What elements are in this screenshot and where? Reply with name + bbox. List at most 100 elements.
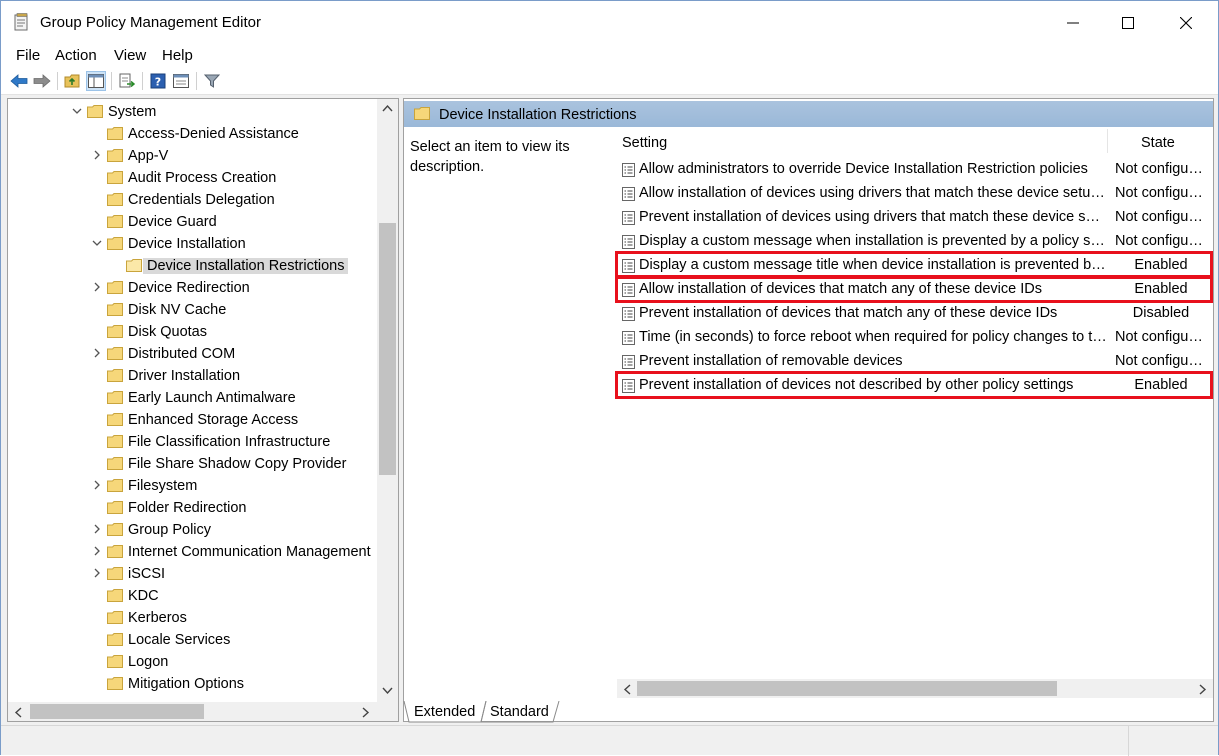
tree-item[interactable]: Locale Services: [8, 629, 378, 651]
setting-state: Not configured: [1115, 161, 1207, 177]
chevron-right-icon[interactable]: [92, 546, 102, 556]
tree-item[interactable]: File Share Shadow Copy Provider: [8, 453, 378, 475]
setting-row[interactable]: Allow administrators to override Device …: [620, 157, 1212, 181]
tree-item-label: Locale Services: [128, 632, 231, 648]
folder-icon: [107, 281, 123, 294]
tree-item[interactable]: File Classification Infrastructure: [8, 431, 378, 453]
tree-vertical-scroll-thumb[interactable]: [379, 223, 396, 475]
tree-item-label: Access-Denied Assistance: [128, 126, 299, 142]
setting-state: Disabled: [1132, 305, 1190, 321]
folder-icon: [107, 501, 123, 514]
tree-item-label: File Classification Infrastructure: [128, 434, 331, 450]
policy-setting-icon: [622, 235, 635, 249]
folder-icon: [107, 237, 123, 250]
setting-row[interactable]: Prevent installation of removable device…: [620, 349, 1212, 373]
column-header-state[interactable]: State: [1141, 135, 1175, 151]
tree-item[interactable]: Device Installation: [8, 233, 378, 255]
tree-item[interactable]: Early Launch Antimalware: [8, 387, 378, 409]
setting-row[interactable]: Prevent installation of devices that mat…: [620, 301, 1212, 325]
tree-item[interactable]: Folder Redirection: [8, 497, 378, 519]
close-button[interactable]: [1157, 1, 1215, 45]
toolbar-separator: [142, 72, 143, 90]
chevron-right-icon[interactable]: [92, 282, 102, 292]
column-header-setting[interactable]: Setting: [622, 135, 667, 151]
tab-standard[interactable]: Standard: [484, 701, 555, 723]
chevron-down-icon[interactable]: [92, 238, 102, 248]
back-button[interactable]: [9, 71, 29, 91]
setting-state: Not configured: [1115, 185, 1207, 201]
maximize-button[interactable]: [1099, 1, 1157, 45]
details-horizontal-scrollbar[interactable]: [617, 679, 1213, 698]
tab-extended[interactable]: Extended: [408, 701, 481, 723]
tree-item[interactable]: Kerberos: [8, 607, 378, 629]
tree-item-label: Credentials Delegation: [128, 192, 275, 208]
menu-file[interactable]: File: [16, 47, 40, 64]
tree-item-label: Device Guard: [128, 214, 217, 230]
folder-icon: [107, 347, 123, 360]
svg-text:?: ?: [155, 76, 161, 89]
chevron-right-icon[interactable]: [92, 150, 102, 160]
column-divider[interactable]: [1107, 129, 1108, 153]
maximize-icon: [1122, 17, 1134, 29]
tree-item-label: Device Redirection: [128, 280, 250, 296]
chevron-right-icon[interactable]: [92, 568, 102, 578]
chevron-right-icon[interactable]: [92, 348, 102, 358]
tree-item-label: Distributed COM: [128, 346, 236, 362]
tree-item[interactable]: Disk Quotas: [8, 321, 378, 343]
scroll-right-icon: [362, 707, 370, 718]
setting-name: Allow administrators to override Device …: [639, 161, 1088, 177]
setting-state: Not configured: [1115, 233, 1207, 249]
tree-item[interactable]: Device Installation Restrictions: [8, 255, 378, 277]
properties-button[interactable]: [171, 71, 191, 91]
tree-item[interactable]: System: [8, 101, 378, 123]
tree-item[interactable]: Driver Installation: [8, 365, 378, 387]
chevron-right-icon[interactable]: [92, 524, 102, 534]
tree-horizontal-scrollbar[interactable]: [8, 702, 398, 721]
tree-item[interactable]: Logon: [8, 651, 378, 673]
tree-item[interactable]: Device Guard: [8, 211, 378, 233]
tree-item[interactable]: Enhanced Storage Access: [8, 409, 378, 431]
tree-item[interactable]: Credentials Delegation: [8, 189, 378, 211]
title-bar[interactable]: Group Policy Management Editor: [1, 1, 1218, 45]
export-list-button[interactable]: [117, 71, 137, 91]
tree-item[interactable]: Audit Process Creation: [8, 167, 378, 189]
minimize-button[interactable]: [1044, 1, 1102, 45]
forward-button[interactable]: [32, 71, 52, 91]
tree-item[interactable]: iSCSI: [8, 563, 378, 585]
tree-item[interactable]: Filesystem: [8, 475, 378, 497]
tree-item-label: Logon: [128, 654, 169, 670]
tree-item[interactable]: Group Policy: [8, 519, 378, 541]
up-one-level-button[interactable]: [63, 71, 83, 91]
tree-item[interactable]: Mitigation Options: [8, 673, 378, 695]
tree-item[interactable]: Disk NV Cache: [8, 299, 378, 321]
tree-item[interactable]: KDC: [8, 585, 378, 607]
menu-action[interactable]: Action: [55, 47, 97, 64]
tree-item[interactable]: App-V: [8, 145, 378, 167]
setting-row[interactable]: Display a custom message when installati…: [620, 229, 1212, 253]
setting-row[interactable]: Prevent installation of devices using dr…: [620, 205, 1212, 229]
folder-icon: [107, 567, 123, 580]
scroll-left-icon: [14, 707, 22, 718]
help-button[interactable]: ?: [148, 71, 168, 91]
setting-state: Not configured: [1115, 353, 1207, 369]
setting-row[interactable]: Allow installation of devices using driv…: [620, 181, 1212, 205]
folder-icon: [107, 369, 123, 382]
filter-button[interactable]: [202, 71, 222, 91]
folder-icon: [107, 413, 123, 426]
tree-vertical-scrollbar[interactable]: [377, 99, 398, 702]
details-horizontal-scroll-thumb[interactable]: [637, 681, 1057, 696]
tree-item[interactable]: Internet Communication Management: [8, 541, 378, 563]
tree-horizontal-scroll-thumb[interactable]: [30, 704, 204, 719]
setting-row[interactable]: Time (in seconds) to force reboot when r…: [620, 325, 1212, 349]
tree-item[interactable]: Device Redirection: [8, 277, 378, 299]
menu-help[interactable]: Help: [162, 47, 193, 64]
tree-item-label: Early Launch Antimalware: [128, 390, 296, 406]
menu-view[interactable]: View: [114, 47, 146, 64]
tree-item[interactable]: Access-Denied Assistance: [8, 123, 378, 145]
chevron-down-icon[interactable]: [72, 106, 82, 116]
policy-setting-icon: [622, 355, 635, 369]
show-hide-tree-button[interactable]: [86, 71, 106, 91]
chevron-right-icon[interactable]: [92, 480, 102, 490]
policy-editor-icon: [14, 13, 28, 31]
tree-item[interactable]: Distributed COM: [8, 343, 378, 365]
